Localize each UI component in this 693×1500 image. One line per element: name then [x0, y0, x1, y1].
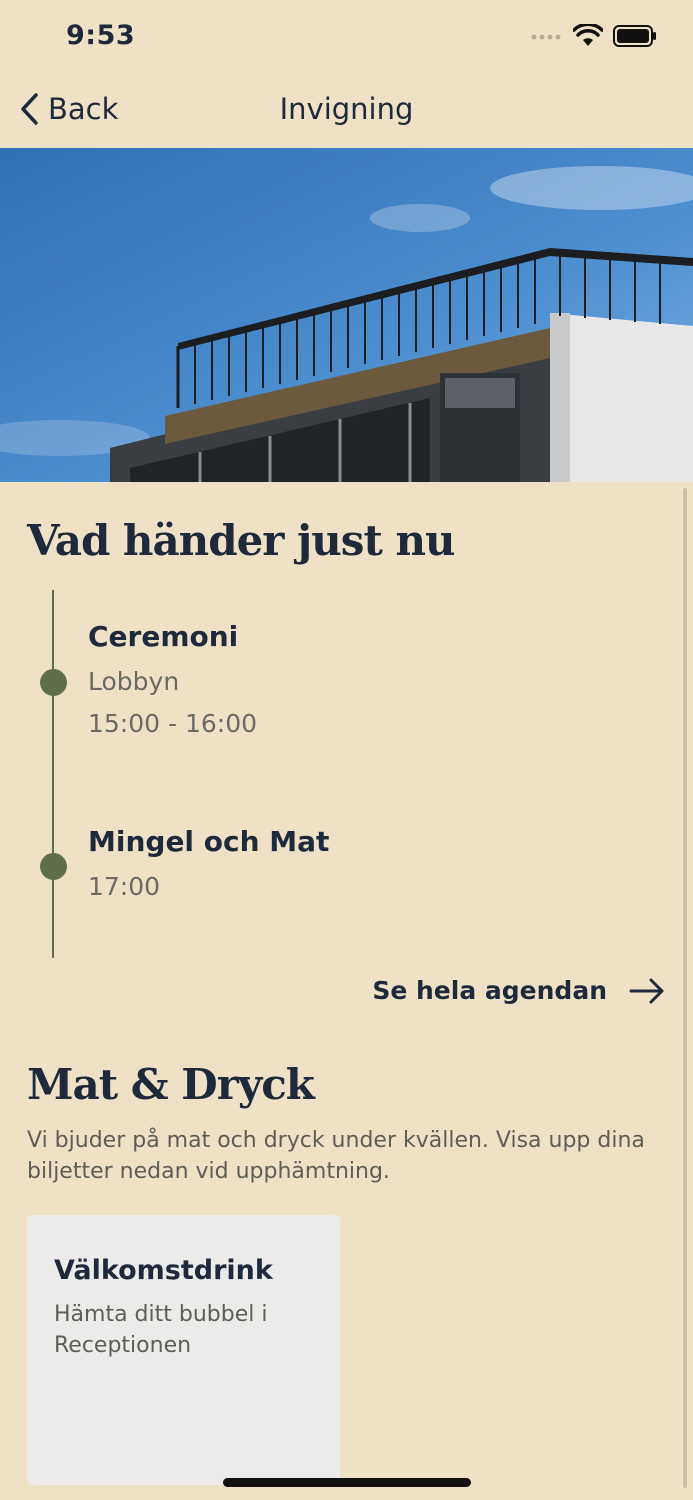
status-icons	[531, 24, 657, 48]
timeline-line	[52, 590, 54, 958]
timeline-dot	[40, 853, 67, 880]
food-intro-text: Vi bjuder på mat och dryck under kvällen…	[27, 1128, 645, 1184]
card-description: Hämta ditt bubbel i Receptionen	[54, 1302, 268, 1358]
status-bar: 9:53	[0, 0, 693, 76]
event-time: 17:00	[88, 872, 161, 901]
scrollbar[interactable]	[683, 488, 687, 1488]
wifi-icon	[573, 24, 603, 46]
card-title: Välkomstdrink	[54, 1255, 273, 1286]
see-full-agenda-link[interactable]: Se hela agendan	[372, 976, 665, 1005]
navigation-bar: Back Invigning	[0, 76, 693, 148]
drink-ticket-card[interactable]: Välkomstdrink Hämta ditt bubbel i Recept…	[27, 1215, 340, 1485]
hero-image	[0, 148, 693, 482]
page-title: Invigning	[279, 92, 414, 126]
event-location: Lobbyn	[88, 667, 180, 696]
home-indicator[interactable]	[223, 1478, 471, 1487]
battery-icon	[613, 25, 656, 47]
arrow-right-icon	[629, 978, 664, 1003]
agenda-link-label: Se hela agendan	[372, 976, 607, 1005]
timeline-dot	[40, 669, 67, 696]
event-title: Mingel och Mat	[88, 825, 330, 858]
cellular-signal-icon	[531, 34, 561, 40]
status-time: 9:53	[66, 20, 136, 51]
food-section-title: Mat & Dryck	[27, 1060, 315, 1109]
event-title: Ceremoni	[88, 620, 239, 653]
event-time: 15:00 - 16:00	[88, 709, 258, 738]
now-section-title: Vad händer just nu	[27, 516, 456, 565]
